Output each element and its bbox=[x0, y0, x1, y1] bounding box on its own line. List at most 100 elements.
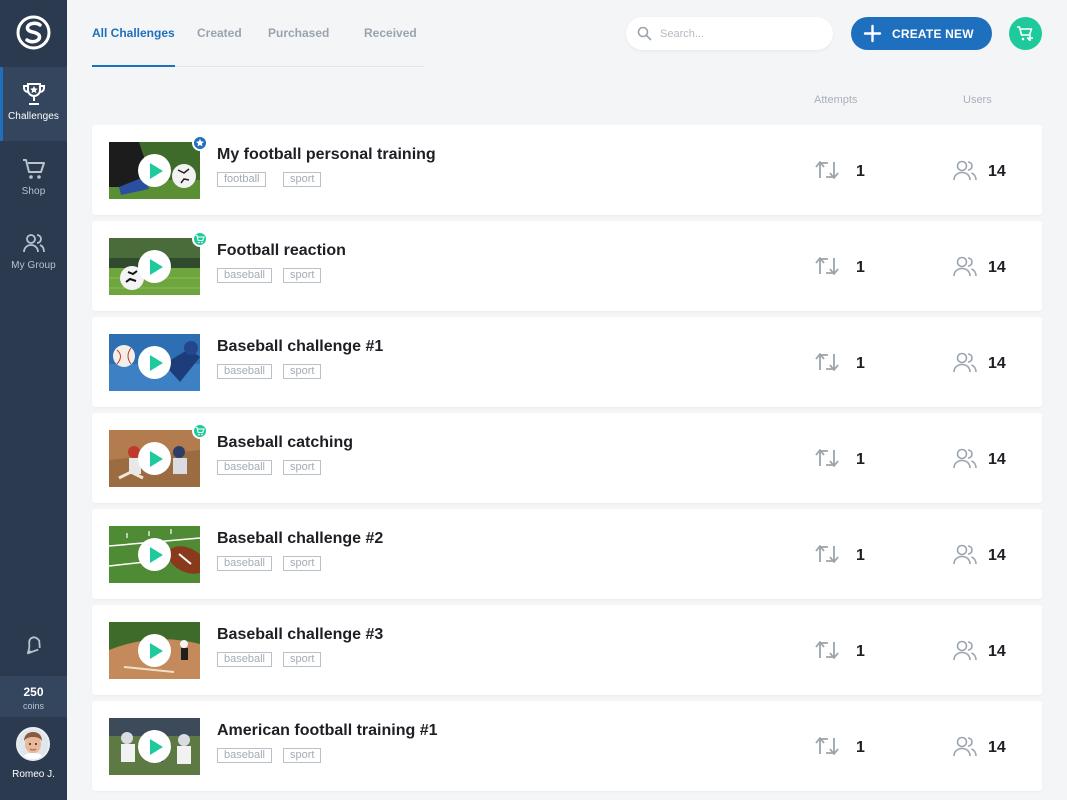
bell-icon[interactable] bbox=[21, 632, 45, 661]
challenge-tag[interactable]: sport bbox=[283, 364, 322, 379]
challenge-title[interactable]: My football personal training bbox=[217, 146, 436, 164]
challenge-thumbnail[interactable] bbox=[109, 334, 200, 391]
search-box bbox=[626, 17, 833, 50]
plus-icon bbox=[863, 24, 882, 43]
challenge-tag[interactable]: sport bbox=[283, 556, 322, 571]
attempts-count: 1 bbox=[856, 643, 865, 660]
repeat-icon bbox=[815, 353, 839, 371]
trophy-icon bbox=[22, 83, 45, 105]
play-icon[interactable] bbox=[138, 346, 171, 379]
sidebar-item-challenges[interactable]: Challenges bbox=[0, 67, 67, 141]
challenge-title[interactable]: Baseball challenge #2 bbox=[217, 530, 383, 548]
challenge-tag[interactable]: football bbox=[217, 172, 267, 187]
repeat-icon bbox=[815, 449, 839, 467]
repeat-icon bbox=[815, 545, 839, 563]
challenge-tag[interactable]: sport bbox=[283, 172, 322, 187]
repeat-icon bbox=[815, 641, 839, 659]
challenge-tag[interactable]: sport bbox=[283, 652, 322, 667]
sidebar-item-my-group[interactable]: My Group bbox=[0, 216, 67, 290]
search-input[interactable] bbox=[660, 25, 820, 42]
repeat-icon bbox=[815, 257, 839, 275]
challenge-tabs: All Challenges Created Purchased Receive… bbox=[92, 0, 424, 67]
attempts-count: 1 bbox=[856, 739, 865, 756]
tab-all-challenges[interactable]: All Challenges bbox=[92, 26, 175, 40]
user-name[interactable]: Romeo J. bbox=[0, 769, 67, 780]
tab-purchased[interactable]: Purchased bbox=[268, 26, 329, 40]
challenge-row[interactable]: Baseball challenge #3 baseball sport 1 14 bbox=[92, 605, 1042, 695]
create-new-button[interactable]: CREATE NEW bbox=[851, 17, 992, 50]
challenge-tag[interactable]: baseball bbox=[217, 268, 272, 283]
attempts-count: 1 bbox=[856, 547, 865, 564]
challenge-title[interactable]: Football reaction bbox=[217, 242, 346, 260]
play-icon[interactable] bbox=[138, 634, 171, 667]
challenge-row[interactable]: Baseball challenge #2 baseball sport 1 14 bbox=[92, 509, 1042, 599]
challenge-title[interactable]: American football training #1 bbox=[217, 722, 437, 740]
users-icon bbox=[953, 544, 977, 565]
users-count: 14 bbox=[988, 259, 1006, 276]
challenge-row[interactable]: Baseball catching baseball sport 1 14 bbox=[92, 413, 1042, 503]
attempts-count: 1 bbox=[856, 451, 865, 468]
coins-balance[interactable]: 250 coins bbox=[0, 676, 67, 717]
users-icon bbox=[953, 736, 977, 757]
users-icon bbox=[953, 640, 977, 661]
challenge-tag[interactable]: baseball bbox=[217, 460, 272, 475]
play-icon[interactable] bbox=[138, 250, 171, 283]
challenge-tag[interactable]: sport bbox=[283, 748, 322, 763]
users-count: 14 bbox=[988, 163, 1006, 180]
users-count: 14 bbox=[988, 547, 1006, 564]
cart-badge-icon bbox=[192, 423, 208, 439]
sidebar-item-label: My Group bbox=[11, 260, 56, 271]
challenge-row[interactable]: Football reaction baseball sport 1 14 bbox=[92, 221, 1042, 311]
coins-value: 250 bbox=[23, 685, 44, 699]
group-icon bbox=[22, 234, 45, 253]
challenge-tag[interactable]: baseball bbox=[217, 748, 272, 763]
challenge-thumbnail[interactable] bbox=[109, 526, 200, 583]
tab-created[interactable]: Created bbox=[197, 26, 242, 40]
sidebar-item-shop[interactable]: Shop bbox=[0, 142, 67, 216]
app-logo-icon[interactable] bbox=[16, 15, 51, 50]
challenge-thumbnail[interactable] bbox=[109, 622, 200, 679]
challenge-tag[interactable]: sport bbox=[283, 268, 322, 283]
column-header-attempts: Attempts bbox=[814, 94, 858, 106]
coins-label: coins bbox=[22, 701, 44, 711]
attempts-count: 1 bbox=[856, 163, 865, 180]
sidebar-item-label: Challenges bbox=[7, 111, 60, 122]
create-new-label: CREATE NEW bbox=[892, 27, 974, 41]
column-header-users: Users bbox=[963, 94, 992, 106]
cart-plus-icon bbox=[1017, 26, 1033, 41]
users-icon bbox=[953, 160, 977, 181]
challenge-row[interactable]: My football personal training football spo… bbox=[92, 125, 1042, 215]
play-icon[interactable] bbox=[138, 538, 171, 571]
star-badge-icon bbox=[192, 135, 208, 151]
sidebar: Challenges Shop My Group 250 coins Romeo… bbox=[0, 0, 67, 800]
challenge-list: My football personal training football spo… bbox=[92, 125, 1042, 797]
challenge-tag[interactable]: baseball bbox=[217, 652, 272, 667]
challenge-tag[interactable]: sport bbox=[283, 460, 322, 475]
challenge-title[interactable]: Baseball challenge #3 bbox=[217, 626, 383, 644]
challenge-row[interactable]: Baseball challenge #1 baseball sport 1 14 bbox=[92, 317, 1042, 407]
users-count: 14 bbox=[988, 451, 1006, 468]
challenge-tag[interactable]: baseball bbox=[217, 556, 272, 571]
challenge-thumbnail[interactable] bbox=[109, 430, 200, 487]
play-icon[interactable] bbox=[138, 154, 171, 187]
tab-received[interactable]: Received bbox=[364, 26, 417, 40]
avatar[interactable] bbox=[16, 727, 50, 761]
challenge-title[interactable]: Baseball challenge #1 bbox=[217, 338, 383, 356]
challenge-tag[interactable]: baseball bbox=[217, 364, 272, 379]
challenge-title[interactable]: Baseball catching bbox=[217, 434, 353, 452]
challenge-thumbnail[interactable] bbox=[109, 142, 200, 199]
play-icon[interactable] bbox=[138, 442, 171, 475]
repeat-icon bbox=[815, 737, 839, 755]
repeat-icon bbox=[815, 161, 839, 179]
users-count: 14 bbox=[988, 643, 1006, 660]
challenge-thumbnail[interactable] bbox=[109, 238, 200, 295]
users-count: 14 bbox=[988, 739, 1006, 756]
add-to-cart-button[interactable] bbox=[1009, 17, 1042, 50]
challenge-thumbnail[interactable] bbox=[109, 718, 200, 775]
users-icon bbox=[953, 256, 977, 277]
users-icon bbox=[953, 352, 977, 373]
sidebar-item-label: Shop bbox=[21, 186, 46, 197]
challenge-row[interactable]: American football training #1 baseball spo… bbox=[92, 701, 1042, 791]
play-icon[interactable] bbox=[138, 730, 171, 763]
attempts-count: 1 bbox=[856, 355, 865, 372]
